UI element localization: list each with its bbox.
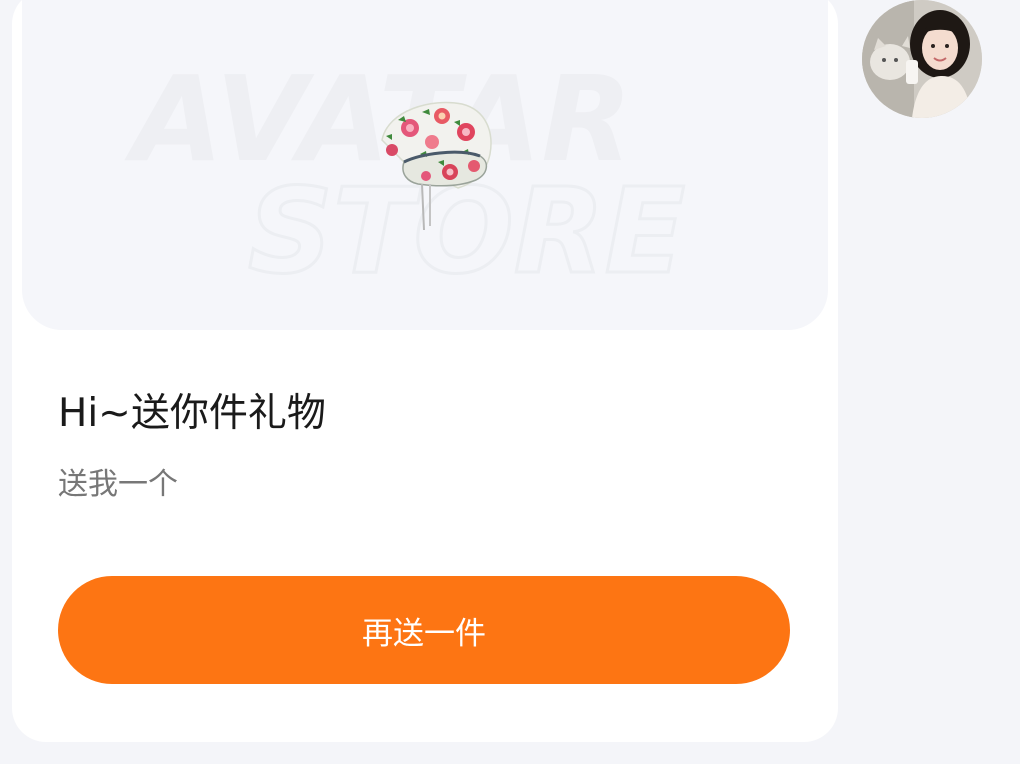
chat-page: AVATAR STORE Hi~送你件礼物 送我一个 再送一件 — [0, 0, 1020, 764]
gift-hat-image — [381, 101, 492, 231]
send-another-gift-button[interactable]: 再送一件 — [58, 576, 790, 684]
gift-message-card[interactable]: AVATAR STORE Hi~送你件礼物 送我一个 再送一件 — [12, 0, 838, 742]
gift-banner: AVATAR STORE — [22, 0, 828, 330]
gift-message-title: Hi~送你件礼物 — [58, 391, 326, 436]
gift-message-subtitle: 送我一个 — [58, 467, 178, 502]
sender-avatar[interactable] — [862, 0, 982, 118]
avatar-photo — [862, 0, 982, 118]
